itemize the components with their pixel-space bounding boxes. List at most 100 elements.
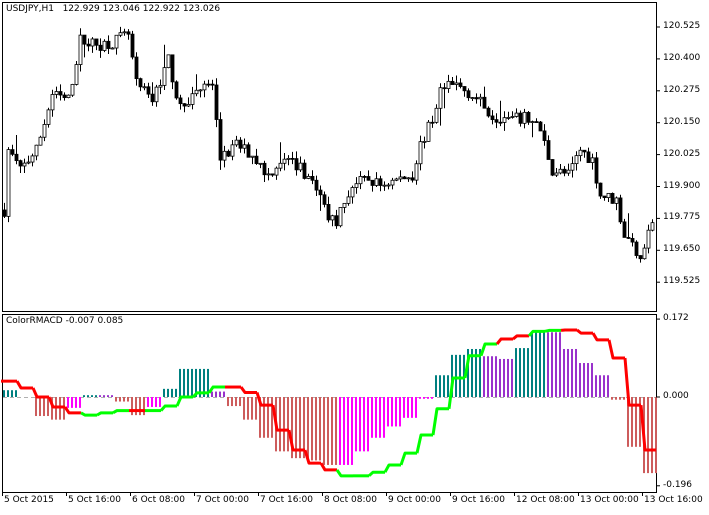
time-axis-label: 13 Oct 16:00 xyxy=(644,495,703,505)
histogram-bar xyxy=(595,375,597,397)
histogram-bar xyxy=(235,397,237,406)
histogram-bar xyxy=(531,332,533,397)
histogram-bar xyxy=(283,397,285,451)
histogram-bar xyxy=(603,375,605,397)
price-axis-label: 120.525 xyxy=(663,21,700,31)
histogram-bar xyxy=(115,397,117,402)
histogram-bar xyxy=(159,397,161,407)
histogram-bar xyxy=(91,395,93,397)
histogram-bar xyxy=(395,397,397,426)
price-axis-label: 119.650 xyxy=(663,244,700,254)
histogram-bar xyxy=(155,397,157,407)
histogram-bar xyxy=(311,397,313,460)
histogram-bar xyxy=(219,392,221,397)
histogram-bar xyxy=(523,348,525,397)
price-axis-label: 119.900 xyxy=(663,181,700,191)
histogram-bar xyxy=(315,397,317,460)
histogram-bar xyxy=(499,359,501,397)
histogram-bar xyxy=(491,356,493,397)
candle xyxy=(67,94,70,98)
indicator-value-2: 0.085 xyxy=(98,316,124,326)
histogram-bar xyxy=(443,375,445,397)
candle xyxy=(595,152,598,188)
histogram-bar xyxy=(247,397,249,420)
histogram-bar xyxy=(3,390,5,397)
histogram-bar xyxy=(111,395,113,397)
histogram-bar xyxy=(375,397,377,438)
histogram-bar xyxy=(423,397,425,399)
histogram-bar xyxy=(563,349,565,397)
histogram-bar xyxy=(107,395,109,397)
histogram-bar xyxy=(487,356,489,397)
histogram-bar xyxy=(371,397,373,438)
histogram-bar xyxy=(335,397,337,465)
histogram-bar xyxy=(287,397,289,451)
histogram-bar xyxy=(355,397,357,451)
histogram-bar xyxy=(323,397,325,465)
histogram-bar xyxy=(167,389,169,397)
candle xyxy=(599,183,602,199)
indicator-axis-label: 0.000 xyxy=(663,391,689,401)
histogram-bar xyxy=(99,395,101,397)
histogram-bar xyxy=(135,397,137,415)
histogram-bar xyxy=(535,332,537,397)
candle xyxy=(47,108,50,128)
histogram-bar xyxy=(599,375,601,397)
histogram-bar xyxy=(279,397,281,451)
signal-segment xyxy=(545,330,561,331)
chart-canvas[interactable] xyxy=(0,0,709,512)
histogram-bar xyxy=(495,356,497,397)
candle xyxy=(71,84,74,97)
histogram-bar xyxy=(399,397,401,426)
histogram-bar xyxy=(527,348,529,397)
histogram-bar xyxy=(619,397,621,400)
histogram-bar xyxy=(79,397,81,408)
histogram-bar xyxy=(123,397,125,402)
histogram-bar xyxy=(383,397,385,438)
candle xyxy=(427,120,430,142)
close-value: 123.026 xyxy=(183,4,220,14)
histogram-bar xyxy=(591,363,593,397)
histogram-bar xyxy=(7,390,9,397)
histogram-bar xyxy=(255,397,257,420)
symbol-label: USDJPY,H1 xyxy=(6,4,54,14)
histogram-bar xyxy=(539,332,541,397)
indicator-axis-label: -0.196 xyxy=(663,480,692,490)
candle xyxy=(635,240,638,258)
histogram-bar xyxy=(447,375,449,397)
histogram-bar xyxy=(243,397,245,420)
histogram-bar xyxy=(183,369,185,397)
histogram-bar xyxy=(139,397,141,415)
time-axis-label: 9 Oct 00:00 xyxy=(388,495,441,505)
histogram-bar xyxy=(271,397,273,438)
histogram-bar xyxy=(147,397,149,407)
histogram-bar xyxy=(367,397,369,451)
histogram-bar xyxy=(387,397,389,426)
candle xyxy=(623,219,626,238)
histogram-bar xyxy=(543,332,545,397)
histogram-bar xyxy=(151,397,153,407)
histogram-bar xyxy=(95,395,97,397)
time-axis-label: 13 Oct 00:00 xyxy=(580,495,639,505)
histogram-bar xyxy=(223,392,225,397)
chart-window: USDJPY,H1 122.929 123.046 122.922 123.02… xyxy=(0,0,709,512)
histogram-bar xyxy=(483,356,485,397)
indicator-name: ColorRMACD xyxy=(6,316,63,326)
histogram-bar xyxy=(331,397,333,465)
histogram-bar xyxy=(655,397,657,473)
histogram-bar xyxy=(339,397,341,465)
candle xyxy=(215,78,218,127)
histogram-bar xyxy=(363,397,365,451)
candle xyxy=(487,106,490,117)
candle xyxy=(247,142,250,157)
histogram-bar xyxy=(579,363,581,397)
histogram-bar xyxy=(551,332,553,397)
indicator-value-1: -0.007 xyxy=(66,316,95,326)
indicator-panel[interactable] xyxy=(3,315,657,493)
histogram-bar xyxy=(555,332,557,397)
histogram-bar xyxy=(239,397,241,406)
time-axis-label: 5 Oct 16:00 xyxy=(68,495,121,505)
histogram-bar xyxy=(615,397,617,400)
histogram-bar xyxy=(571,349,573,397)
histogram-bar xyxy=(419,397,421,399)
